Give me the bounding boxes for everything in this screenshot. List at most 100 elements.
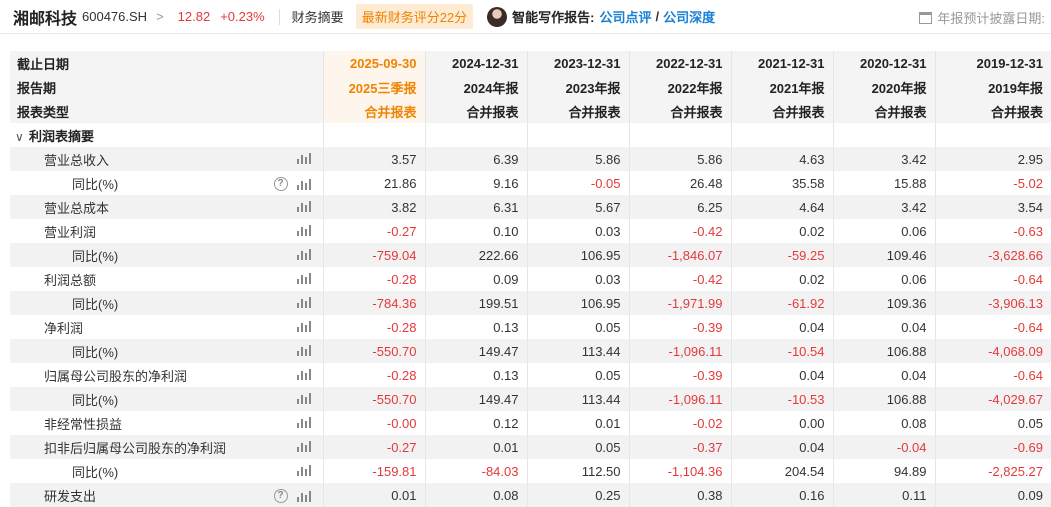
column-header-date[interactable]: 2025-09-30 <box>322 51 425 75</box>
table-row[interactable]: 研发支出? 0.01 0.08 0.25 0.38 0.16 0.11 0.09 <box>10 483 1051 507</box>
help-circle-icon[interactable]: ? <box>273 489 288 503</box>
table-row[interactable]: 非经常性损益 -0.00 0.12 0.01 -0.02 0.00 0.08 0.05 <box>10 411 1051 435</box>
column-header-period[interactable]: 2022年报 <box>628 75 731 99</box>
help-circle-icon[interactable]: ? <box>273 177 288 191</box>
column-header-period[interactable]: 2023年报 <box>526 75 629 99</box>
bar-chart-icon-bar <box>308 321 311 332</box>
section-row[interactable]: ∨ 利润表摘要 <box>10 123 1051 147</box>
chevron-down-icon[interactable]: ∨ <box>15 130 29 144</box>
row-label-cell: 扣非后归属母公司股东的净利润 <box>10 435 323 459</box>
table-row[interactable]: 净利润 -0.28 0.13 0.05 -0.39 0.04 0.04 -0.64 <box>10 315 1051 339</box>
table-cell: -159.81 <box>322 459 425 483</box>
row-label: 同比(%) <box>72 176 119 192</box>
table-row[interactable]: 营业利润 -0.27 0.10 0.03 -0.42 0.02 0.06 -0.63 <box>10 219 1051 243</box>
financial-summary-menu[interactable]: 财务摘要 <box>292 7 344 26</box>
financial-score-badge[interactable]: 最新财务评分22分 <box>355 4 474 29</box>
column-header-date[interactable]: 2020-12-31 <box>832 51 935 75</box>
section-toggle[interactable]: ∨ 利润表摘要 <box>10 123 323 147</box>
table-row[interactable]: 营业总成本 3.82 6.31 5.67 6.25 4.64 3.42 3.54 <box>10 195 1051 219</box>
row-label: 同比(%) <box>72 344 119 360</box>
row-label: 同比(%) <box>72 248 119 264</box>
column-header-type[interactable]: 合并报表 <box>628 99 731 123</box>
column-header-type[interactable]: 合并报表 <box>526 99 629 123</box>
table-row[interactable]: 同比(%)? 21.86 9.16 -0.05 26.48 35.58 15.88 -5.02 <box>10 171 1051 195</box>
table-row[interactable]: 同比(%) -550.70 149.47 113.44 -1,096.11 -10.53 1… <box>10 387 1051 411</box>
column-header-date[interactable]: 2019-12-31 <box>934 51 1051 75</box>
bar-chart-icon-bar <box>296 399 299 404</box>
table-row[interactable]: 同比(%) -784.36 199.51 106.95 -1,971.99 -61.92 1… <box>10 291 1051 315</box>
annual-report-date[interactable]: 年报预计披露日期: <box>919 8 1045 27</box>
bar-chart-icon-bar <box>308 369 311 380</box>
section-spacer <box>628 123 731 147</box>
bar-chart-icon[interactable] <box>296 490 311 502</box>
row-label-cell: 营业利润 <box>10 219 323 243</box>
bar-chart-icon[interactable] <box>296 201 311 212</box>
company-depth-link[interactable]: 公司深度 <box>663 7 715 26</box>
table-cell: 109.36 <box>832 291 935 315</box>
bar-chart-icon[interactable] <box>296 178 311 190</box>
bar-chart-icon-bar <box>300 275 303 284</box>
company-review-link[interactable]: 公司点评 <box>600 7 652 26</box>
bar-chart-icon[interactable] <box>296 465 311 476</box>
table-cell: -10.54 <box>730 339 833 363</box>
table-row[interactable]: 同比(%) -159.81 -84.03 112.50 -1,104.36 204.54 9… <box>10 459 1051 483</box>
bar-chart-icon[interactable] <box>296 225 311 236</box>
table-row[interactable]: 扣非后归属母公司股东的净利润 -0.27 0.01 0.05 -0.37 0.04 -0.0… <box>10 435 1051 459</box>
column-header-date[interactable]: 2023-12-31 <box>526 51 629 75</box>
header-divider <box>278 8 280 25</box>
bar-chart-icon[interactable] <box>296 369 311 380</box>
table-cell: -84.03 <box>424 459 527 483</box>
table-cell: 3.54 <box>934 195 1051 219</box>
stock-name[interactable]: 湘邮科技 <box>13 5 77 29</box>
section-title: 利润表摘要 <box>29 128 95 144</box>
table-cell: 3.42 <box>832 147 935 171</box>
bar-chart-icon[interactable] <box>296 417 311 428</box>
column-header-period[interactable]: 2024年报 <box>424 75 527 99</box>
bar-chart-icon[interactable] <box>296 321 311 332</box>
column-header-period[interactable]: 2020年报 <box>832 75 935 99</box>
table-cell: -0.39 <box>628 363 731 387</box>
table-row[interactable]: 同比(%) -550.70 149.47 113.44 -1,096.11 -10.54 1… <box>10 339 1051 363</box>
bar-chart-icon-bar <box>304 421 307 428</box>
table-row[interactable]: 营业总收入 3.57 6.39 5.86 5.86 4.63 3.42 2.95 <box>10 147 1051 171</box>
bar-chart-icon-bar <box>304 182 307 190</box>
column-header-type[interactable]: 合并报表 <box>322 99 425 123</box>
table-cell: -0.37 <box>628 435 731 459</box>
column-header-type[interactable]: 合并报表 <box>934 99 1051 123</box>
column-header-period[interactable]: 2021年报 <box>730 75 833 99</box>
column-header-date[interactable]: 2021-12-31 <box>730 51 833 75</box>
bar-chart-icon[interactable] <box>296 153 311 164</box>
bar-chart-icon[interactable] <box>296 393 311 404</box>
bar-chart-icon-bar <box>296 231 299 236</box>
bar-chart-icon[interactable] <box>296 441 311 452</box>
bar-chart-icon-bar <box>300 467 303 476</box>
bar-chart-icon[interactable] <box>296 345 311 356</box>
column-header-period[interactable]: 2025三季报 <box>322 75 425 99</box>
table-row[interactable]: 利润总额 -0.28 0.09 0.03 -0.42 0.02 0.06 -0.64 <box>10 267 1051 291</box>
table-cell: -4,029.67 <box>934 387 1051 411</box>
header-row-date: 截止日期 2025-09-30 2024-12-31 2023-12-31 2022-1… <box>10 51 1051 75</box>
header-label: 截止日期 <box>10 51 323 75</box>
header-label: 报告期 <box>10 75 323 99</box>
table-row[interactable]: 同比(%) -759.04 222.66 106.95 -1,846.07 -59.25 1… <box>10 243 1051 267</box>
bar-chart-icon[interactable] <box>296 273 311 284</box>
table-row[interactable]: 归属母公司股东的净利润 -0.28 0.13 0.05 -0.39 0.04 0.04 -0.… <box>10 363 1051 387</box>
chevron-right-icon[interactable]: > <box>156 9 164 24</box>
column-header-type[interactable]: 合并报表 <box>424 99 527 123</box>
bar-chart-icon-bar <box>304 277 307 284</box>
bar-chart-icon[interactable] <box>296 297 311 308</box>
column-header-type[interactable]: 合并报表 <box>730 99 833 123</box>
table-cell: 0.25 <box>526 483 629 507</box>
column-header-date[interactable]: 2022-12-31 <box>628 51 731 75</box>
bar-chart-icon-bar <box>308 201 311 212</box>
column-header-date[interactable]: 2024-12-31 <box>424 51 527 75</box>
table-cell: 2.95 <box>934 147 1051 171</box>
table-cell: -3,628.66 <box>934 243 1051 267</box>
column-header-type[interactable]: 合并报表 <box>832 99 935 123</box>
row-label-cell: 营业总成本 <box>10 195 323 219</box>
table-cell: 0.05 <box>526 315 629 339</box>
table-cell: 0.06 <box>832 219 935 243</box>
row-icons <box>296 345 311 356</box>
column-header-period[interactable]: 2019年报 <box>934 75 1051 99</box>
bar-chart-icon[interactable] <box>296 249 311 260</box>
